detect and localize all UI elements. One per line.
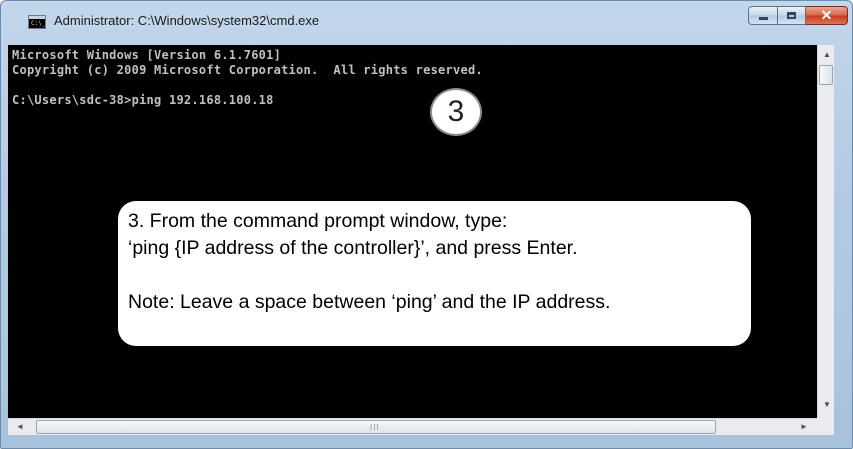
instruction-line-1: 3. From the command prompt window, type: [128,210,508,232]
vertical-scroll-thumb[interactable] [819,65,833,85]
console-line-copyright: Copyright (c) 2009 Microsoft Corporation… [12,63,483,77]
close-button[interactable]: ✕ [806,6,848,25]
cmd-icon[interactable]: C:\_ [28,15,46,29]
console-line-command: C:\Users\sdc-38>ping 192.168.100.18 [12,93,274,107]
scroll-left-arrow[interactable]: ◄ [16,423,24,431]
scroll-down-arrow[interactable]: ▼ [823,401,831,409]
horizontal-scroll-thumb[interactable]: III [36,420,716,434]
instruction-callout: 3. From the command prompt window, type:… [118,201,751,346]
instruction-note: Note: Leave a space between ‘ping’ and t… [128,291,611,313]
maximize-button[interactable] [778,6,806,25]
minimize-button[interactable] [748,6,778,25]
horizontal-scrollbar[interactable]: ◄ III ► [8,418,817,435]
console-line-version: Microsoft Windows [Version 6.1.7601] [12,48,282,62]
title-bar[interactable]: C:\_ Administrator: C:\Windows\system32\… [1,1,852,45]
scroll-up-arrow[interactable]: ▲ [823,51,831,59]
step-number-badge: 3 [430,88,482,136]
vertical-scrollbar[interactable]: ▲ ▼ [817,45,834,418]
close-icon: ✕ [820,7,833,23]
scroll-right-arrow[interactable]: ► [800,423,808,431]
window-title: Administrator: C:\Windows\system32\cmd.e… [54,13,320,28]
minimize-icon [758,17,768,20]
maximize-icon [787,12,796,19]
scroll-grip: III [370,423,380,432]
instruction-line-2: ‘ping {IP address of the controller}’, a… [128,237,578,259]
resize-corner[interactable] [817,418,834,435]
